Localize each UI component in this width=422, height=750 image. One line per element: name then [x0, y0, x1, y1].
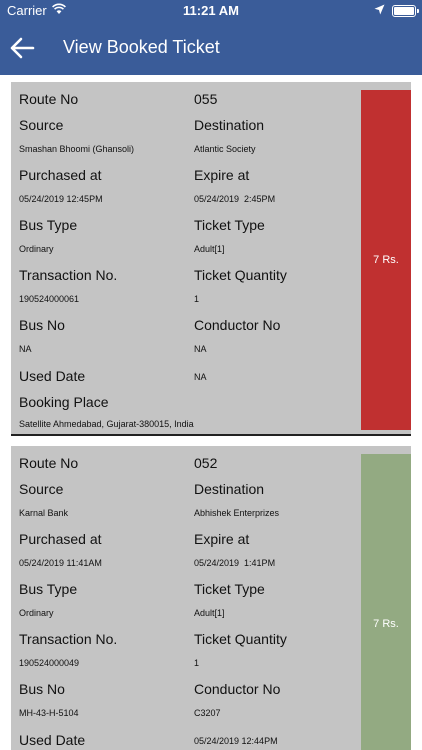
- status-bar: Carrier 11:21 AM: [0, 0, 422, 22]
- transaction-no-label: Transaction No.: [19, 631, 118, 647]
- ticket-amount: 7 Rs.: [373, 254, 399, 266]
- ticket-card[interactable]: 7 Rs. Route No 052 Source Destination Ka…: [11, 446, 411, 750]
- expire-at-value: 05/24/2019 2:45PM: [194, 194, 276, 204]
- destination-label: Destination: [194, 481, 265, 497]
- ticket-type-label: Ticket Type: [194, 581, 265, 597]
- bus-no-label: Bus No: [19, 317, 65, 333]
- route-no-value: 055: [194, 91, 218, 107]
- bus-type-value: Ordinary: [19, 244, 54, 254]
- destination-label: Destination: [194, 117, 265, 133]
- ticket-quantity-value: 1: [194, 658, 200, 668]
- booking-place-value: Satellite Ahmedabad, Gujarat-380015, Ind…: [19, 419, 194, 429]
- transaction-no-label: Transaction No.: [19, 267, 118, 283]
- purchased-at-label: Purchased at: [19, 167, 102, 183]
- status-bar-strip: [361, 454, 411, 750]
- ticket-quantity-value: 1: [194, 294, 200, 304]
- booking-place-label: Booking Place: [19, 394, 109, 410]
- clock: 11:21 AM: [183, 3, 239, 18]
- ticket-type-value: Adult[1]: [194, 244, 225, 254]
- ticket-divider: [11, 434, 411, 436]
- destination-value: Abhishek Enterprizes: [194, 508, 280, 518]
- transaction-no-value: 190524000061: [19, 294, 80, 304]
- transaction-no-value: 190524000049: [19, 658, 80, 668]
- expire-at-label: Expire at: [194, 167, 250, 183]
- purchased-at-value: 05/24/2019 11:41AM: [19, 558, 102, 568]
- bus-no-value: NA: [19, 344, 32, 354]
- route-no-label: Route No: [19, 455, 79, 471]
- bus-no-label: Bus No: [19, 681, 65, 697]
- ticket-quantity-label: Ticket Quantity: [194, 631, 287, 647]
- nav-bar: View Booked Ticket: [0, 22, 422, 75]
- used-date-label: Used Date: [19, 732, 86, 748]
- used-date-value: 05/24/2019 12:44PM: [194, 736, 278, 746]
- bus-type-label: Bus Type: [19, 217, 78, 233]
- expire-at-label: Expire at: [194, 531, 250, 547]
- conductor-no-value: C3207: [194, 708, 221, 718]
- conductor-no-value: NA: [194, 344, 207, 354]
- purchased-at-value: 05/24/2019 12:45PM: [19, 194, 103, 204]
- used-date-label: Used Date: [19, 368, 86, 384]
- back-arrow-icon[interactable]: [8, 34, 36, 62]
- bus-no-value: MH-43-H-5104: [19, 708, 79, 718]
- location-arrow-icon: [374, 4, 385, 15]
- ticket-type-label: Ticket Type: [194, 217, 265, 233]
- ticket-quantity-label: Ticket Quantity: [194, 267, 287, 283]
- conductor-no-label: Conductor No: [194, 681, 281, 697]
- ticket-amount: 7 Rs.: [373, 618, 399, 630]
- source-label: Source: [19, 481, 64, 497]
- destination-value: Atlantic Society: [194, 144, 256, 154]
- source-value: Karnal Bank: [19, 508, 69, 518]
- ticket-card[interactable]: 7 Rs. Route No 055 Source Destination Sm…: [11, 82, 411, 436]
- used-date-value: NA: [194, 372, 207, 382]
- source-value: Smashan Bhoomi (Ghansoli): [19, 144, 135, 154]
- battery-icon: [392, 5, 419, 17]
- source-label: Source: [19, 117, 64, 133]
- route-no-label: Route No: [19, 91, 79, 107]
- page-title: View Booked Ticket: [63, 37, 220, 57]
- purchased-at-label: Purchased at: [19, 531, 102, 547]
- expire-at-value: 05/24/2019 1:41PM: [194, 558, 276, 568]
- bus-type-label: Bus Type: [19, 581, 78, 597]
- bus-type-value: Ordinary: [19, 608, 54, 618]
- conductor-no-label: Conductor No: [194, 317, 281, 333]
- ticket-type-value: Adult[1]: [194, 608, 225, 618]
- route-no-value: 052: [194, 455, 218, 471]
- ticket-list[interactable]: 7 Rs. Route No 055 Source Destination Sm…: [0, 75, 422, 750]
